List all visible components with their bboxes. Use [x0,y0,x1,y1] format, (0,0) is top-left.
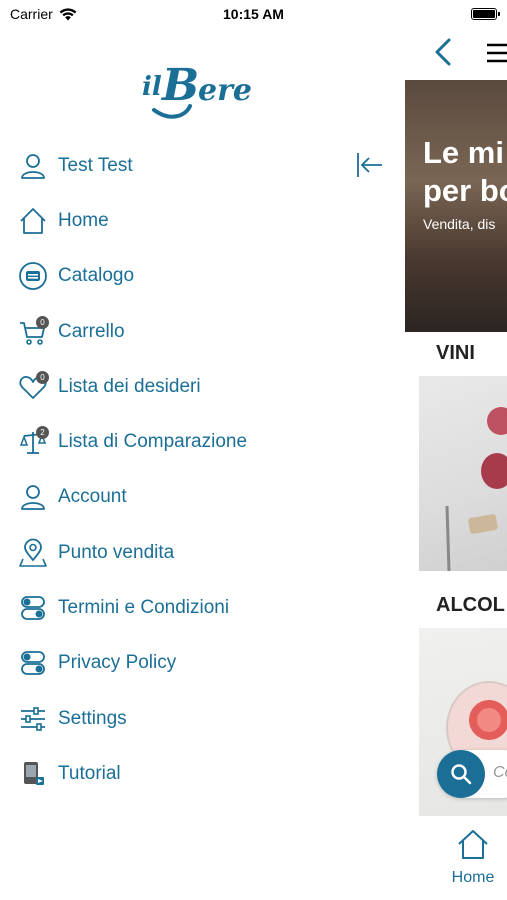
search-bar[interactable]: Co [437,750,507,798]
toggles-icon [16,591,50,625]
hamburger-menu-icon[interactable] [485,42,507,64]
hero-title-line-1: Le mi [423,135,504,170]
category-image-vini[interactable] [419,376,507,572]
tutorial-icon [16,757,50,791]
hero-subtitle: Vendita, dis [423,216,496,232]
tab-home[interactable]: Home [443,828,503,887]
tab-home-label: Home [451,869,495,886]
menu-item-comparison[interactable]: 2 Lista di Comparazione [16,414,346,469]
menu-item-carrello[interactable]: 0 Carrello [16,304,346,359]
menu-item-store-location[interactable]: Punto vendita [16,525,346,580]
user-icon [16,149,50,183]
main-page-preview: Le mi per bo Vendita, dis VINI ALCOL Co … [405,30,507,900]
back-chevron-icon[interactable] [429,34,457,70]
heart-icon: 0 [16,370,50,404]
svg-text:ere: ere [198,73,252,108]
location-icon [16,536,50,570]
search-placeholder: Co [493,764,507,781]
category-title-alcol: ALCOL [436,594,505,616]
menu-item-label: Test Test [58,154,133,176]
menu-item-label: Lista di Comparazione [58,431,248,453]
brand-logo: il B ere [142,60,252,119]
menu-item-label: Termini e Condizioni [58,597,230,619]
menu-item-tutorial[interactable]: Tutorial [16,746,346,801]
category-title-vini: VINI [436,342,475,364]
account-icon [16,480,50,514]
menu-item-label: Lista dei desideri [58,375,201,397]
catalog-icon [16,259,50,293]
menu-item-catalogo[interactable]: Catalogo [16,249,346,304]
menu-item-label: Account [58,486,127,508]
home-icon [458,830,488,859]
scale-icon: 2 [16,425,50,459]
hero-title: Le mi per bo [423,134,507,210]
menu-item-label: Carrello [58,320,125,342]
wishlist-count-badge: 0 [36,370,49,384]
menu-item-home[interactable]: Home [16,193,346,248]
search-icon [451,764,472,785]
svg-text:B: B [160,60,199,111]
menu-item-label: Tutorial [58,762,121,784]
menu-item-label: Catalogo [58,265,135,287]
menu-item-account[interactable]: Account [16,470,346,525]
hero-banner[interactable]: Le mi per bo Vendita, dis [405,80,507,332]
cart-icon: 0 [16,315,50,349]
menu-item-terms[interactable]: Termini e Condizioni [16,580,346,635]
toggles-icon [16,646,50,680]
menu-item-label: Settings [58,707,127,729]
menu-item-wishlist[interactable]: 0 Lista dei desideri [16,359,346,414]
tab-bar: Home [405,820,507,900]
drawer-menu: Test Test Home Catalogo 0 Carrello 0 Lis… [16,138,346,802]
hero-title-line-2: per bo [423,173,507,208]
menu-item-settings[interactable]: Settings [16,691,346,746]
menu-item-user-profile[interactable]: Test Test [16,138,346,193]
side-drawer: il B ere Test Test Home Catalogo 0 Carre… [0,30,405,900]
battery-icon [471,8,500,20]
status-bar: Carrier 10:15 AM [0,0,507,30]
collapse-drawer-icon[interactable] [352,148,386,182]
sliders-icon [16,702,50,736]
menu-item-label: Punto vendita [58,541,175,563]
svg-text:il: il [142,72,162,102]
home-icon [16,204,50,238]
clock: 10:15 AM [223,6,284,22]
menu-item-label: Privacy Policy [58,652,177,674]
menu-item-label: Home [58,209,109,231]
search-button[interactable] [437,750,485,798]
menu-item-privacy[interactable]: Privacy Policy [16,636,346,691]
cart-count-badge: 0 [36,315,49,329]
